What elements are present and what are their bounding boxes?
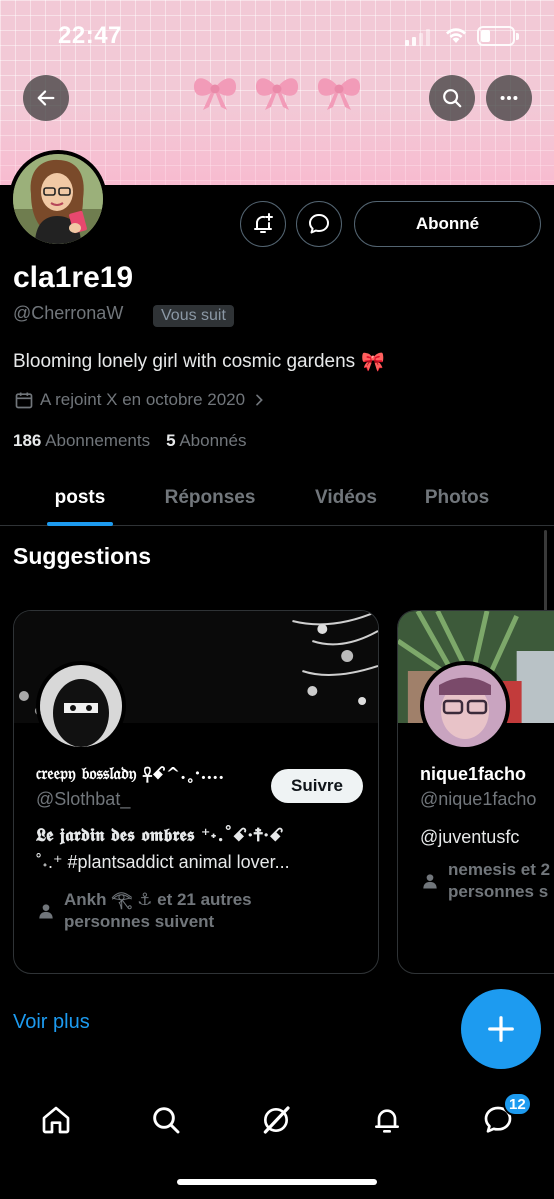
card-avatar[interactable] (36, 661, 126, 751)
card-bio: @juventusfc (420, 827, 520, 847)
card-social-proof: Ankh 𓂀 ⚓ et 21 autres personnes suivent (36, 889, 252, 933)
search-icon (443, 89, 462, 108)
messages-badge: 12 (503, 1092, 532, 1116)
suggestions-title: Suggestions (13, 543, 152, 569)
nav-home[interactable] (34, 1098, 78, 1142)
signal-icon (405, 28, 430, 46)
bow-emoji: 🎀 (361, 352, 385, 373)
joined-text: A rejoint X en octobre 2020 (40, 390, 246, 409)
search-button[interactable] (429, 75, 475, 121)
followers-label: Abonnés (179, 431, 247, 450)
compose-button[interactable] (461, 989, 541, 1069)
status-time: 22:47 (58, 22, 122, 49)
profile-bio: Blooming lonely girl with cosmic gardens… (13, 350, 385, 374)
wifi-icon (446, 28, 466, 43)
banner-bows (190, 70, 364, 112)
social-line: personnes s (448, 882, 549, 902)
nav-search[interactable] (144, 1098, 188, 1142)
tab-posts[interactable]: posts (0, 470, 160, 525)
follow-button[interactable]: Suivre (271, 769, 363, 803)
following-label: Abonnements (45, 431, 151, 450)
social-line: nemesis et 2 (448, 860, 551, 879)
card-name: nique1facho (420, 764, 527, 784)
profile-avatar[interactable] (9, 150, 107, 248)
battery-icon (477, 26, 519, 46)
more-options-button[interactable] (486, 75, 532, 121)
see-more-link[interactable]: Voir plus (13, 1011, 90, 1034)
card-social-proof: nemesis et 2 personnes s (420, 859, 550, 903)
follows-you-badge: Vous suit (153, 305, 234, 327)
card-handle: @nique1facho (420, 789, 537, 809)
more-icon (500, 95, 518, 101)
card-avatar[interactable] (420, 661, 510, 751)
card-name: 𝔠𝔯𝔢𝔢𝔭𝔶 𝔟𝔬𝔰𝔰𝔩𝔞𝔡𝔶 ☥ꗃ^.˳·.... (36, 764, 225, 784)
follow-counts: 186 Abonnements 5 Abonnés (13, 431, 246, 451)
following-button[interactable]: Abonné (354, 201, 541, 247)
notifications-button[interactable] (240, 201, 286, 247)
notification-bell-plus-icon (254, 213, 273, 233)
profile-tabs: posts Réponses Vidéos Photos (0, 470, 554, 526)
home-icon (42, 1106, 70, 1134)
card-bio-line: ˚˖.⁺ #plantsaddict animal lover... (36, 852, 290, 873)
plus-icon (488, 1016, 514, 1042)
following-count: 186 (13, 431, 42, 450)
back-arrow-icon (37, 90, 55, 106)
card-bio: 𝕷𝖊 𝖏𝖆𝖗𝖉𝖎𝖓 𝖉𝖊𝖘 𝖔𝖒𝖇𝖗𝖊𝖘 ⁺˖.˚ꗃ·☨·ꗃ ˚˖.⁺ #pla… (36, 823, 372, 875)
chevron-right-icon (256, 394, 263, 406)
joined-date[interactable]: A rejoint X en octobre 2020 (14, 390, 267, 410)
calendar-icon (15, 392, 33, 409)
card-handle: @Slothbat_ (36, 789, 131, 809)
person-icon (39, 904, 53, 919)
suggestion-card[interactable]: nique1facho @nique1facho @juventusfc nem… (397, 610, 554, 974)
profile-handle: @CherronaW (13, 303, 124, 323)
home-indicator[interactable] (177, 1179, 377, 1185)
following-link[interactable]: 186 Abonnements (13, 431, 150, 451)
bell-icon (375, 1109, 399, 1133)
tab-photos[interactable]: Photos (425, 470, 489, 525)
bow-icon (255, 78, 299, 110)
message-icon (309, 214, 329, 234)
bio-text: Blooming lonely girl with cosmic gardens (13, 351, 356, 372)
followers-count: 5 (166, 431, 176, 450)
bow-icon (193, 78, 237, 110)
followers-link[interactable]: 5 Abonnés (166, 431, 246, 451)
nav-notifications[interactable] (365, 1098, 409, 1142)
back-button[interactable] (23, 75, 69, 121)
social-line: Ankh 𓂀 ⚓ et 21 autres (64, 890, 252, 909)
social-line: personnes suivent (64, 912, 215, 932)
person-icon (423, 874, 437, 889)
card-bio-line: 𝕷𝖊 𝖏𝖆𝖗𝖉𝖎𝖓 𝖉𝖊𝖘 𝖔𝖒𝖇𝖗𝖊𝖘 ⁺˖.˚ꗃ·☨·ꗃ (36, 825, 284, 846)
nav-grok[interactable] (254, 1098, 298, 1142)
search-icon (153, 1107, 180, 1134)
status-bar: 22:47 (0, 0, 554, 72)
tab-replies[interactable]: Réponses (160, 470, 260, 525)
message-button[interactable] (296, 201, 342, 247)
bow-icon (317, 78, 361, 110)
tab-videos[interactable]: Vidéos (260, 470, 432, 525)
display-name: cla1re19 (13, 261, 134, 294)
grok-icon (263, 1106, 290, 1134)
